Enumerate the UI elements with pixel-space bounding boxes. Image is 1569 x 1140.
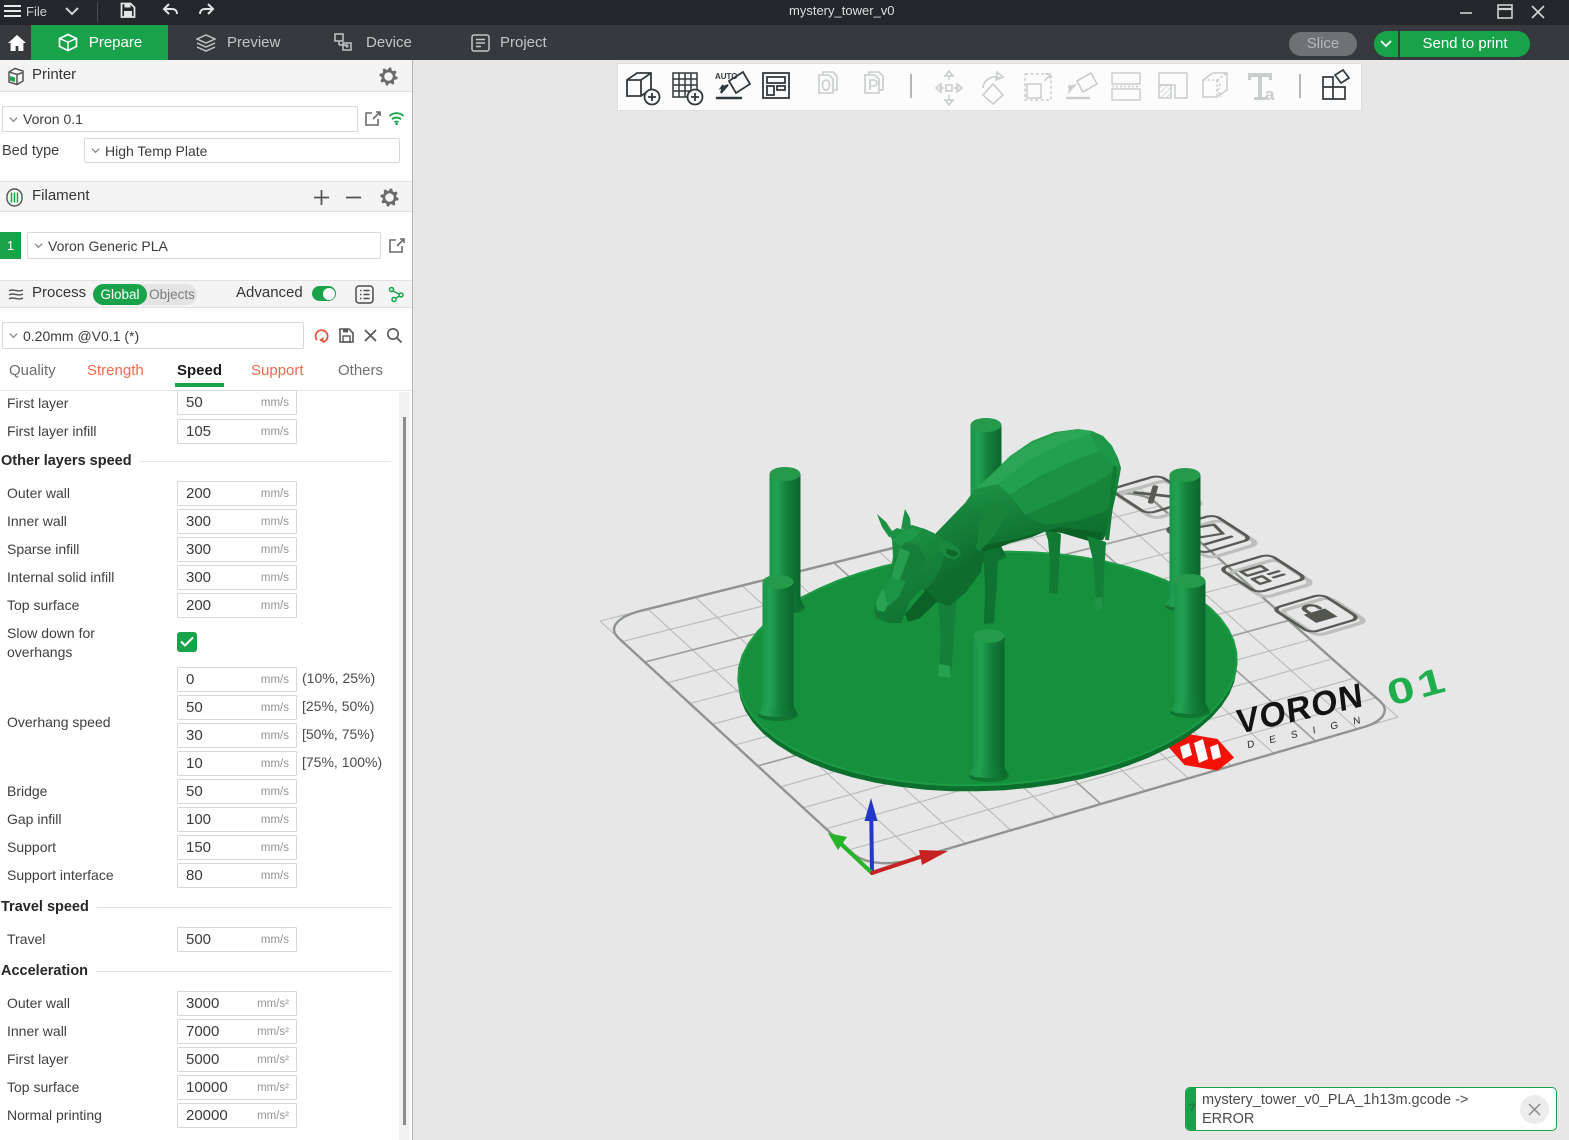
svg-text:01: 01: [1383, 659, 1453, 714]
